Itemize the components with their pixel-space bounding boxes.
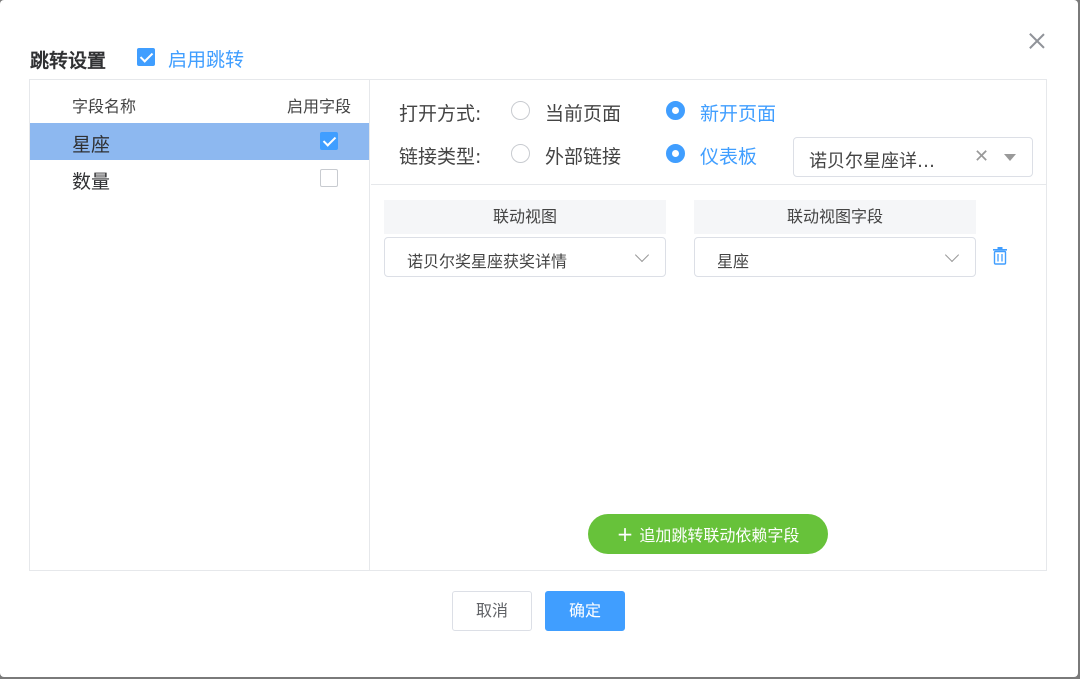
open-mode-label: 打开方式: xyxy=(399,103,482,125)
field-enable-checkbox[interactable] xyxy=(320,132,338,150)
linkage-view-header: 联动视图 xyxy=(384,200,666,234)
caret-down-icon xyxy=(1004,154,1016,161)
field-list: 字段名称 启用字段 星座 数量 xyxy=(30,80,370,570)
settings-panel: 字段名称 启用字段 星座 数量 打开方式: 当前页面 新开页面 链接类型: 外部… xyxy=(29,79,1047,571)
jump-settings-dialog: 跳转设置 启用跳转 字段名称 启用字段 星座 数量 打开方式: 当前页面 新开页… xyxy=(0,0,1078,677)
linkage-view-value: 诺贝尔奖星座获奖详情 xyxy=(407,252,568,271)
open-mode-option-new[interactable]: 新开页面 xyxy=(700,99,776,126)
chevron-down-icon xyxy=(634,247,650,263)
clear-icon[interactable]: ✕ xyxy=(974,146,989,167)
trash-icon[interactable] xyxy=(992,247,1008,265)
link-type-option-dashboard[interactable]: 仪表板 xyxy=(700,142,757,169)
linkage-field-select[interactable]: 星座 xyxy=(694,237,976,277)
jump-options: 打开方式: 当前页面 新开页面 链接类型: 外部链接 仪表板 诺贝尔星座详… ✕ xyxy=(371,80,1047,185)
link-type-label: 链接类型: xyxy=(399,146,482,168)
field-row-name: 星座 xyxy=(72,134,111,156)
dialog-title: 跳转设置 xyxy=(30,50,107,72)
enable-field-header: 启用字段 xyxy=(287,97,352,116)
open-mode-radio-new[interactable] xyxy=(666,101,685,120)
dashboard-select-value: 诺贝尔星座详… xyxy=(809,151,935,172)
chevron-down-icon xyxy=(944,247,960,263)
linkage-view-select[interactable]: 诺贝尔奖星座获奖详情 xyxy=(384,237,666,277)
enable-jump-label[interactable]: 启用跳转 xyxy=(168,45,244,72)
confirm-button[interactable]: 确定 xyxy=(545,591,625,631)
field-row-1[interactable]: 数量 xyxy=(30,160,369,197)
link-type-radio-dashboard[interactable] xyxy=(666,144,685,163)
dashboard-select[interactable]: 诺贝尔星座详… ✕ xyxy=(793,137,1033,177)
field-enable-checkbox[interactable] xyxy=(320,169,338,187)
linkage-field-header: 联动视图字段 xyxy=(694,200,976,234)
add-linkage-field-button[interactable]: + 追加跳转联动依赖字段 xyxy=(588,514,828,554)
field-row-name: 数量 xyxy=(72,171,111,193)
open-mode-option-current[interactable]: 当前页面 xyxy=(545,99,621,126)
field-name-header: 字段名称 xyxy=(72,97,137,116)
field-row-0[interactable]: 星座 xyxy=(30,123,369,160)
open-mode-radio-current[interactable] xyxy=(511,101,530,120)
plus-icon: + xyxy=(616,522,634,546)
linkage-field-value: 星座 xyxy=(717,252,750,271)
add-linkage-field-label: 追加跳转联动依赖字段 xyxy=(639,526,800,545)
link-type-option-external[interactable]: 外部链接 xyxy=(545,142,621,169)
link-type-radio-external[interactable] xyxy=(511,144,530,163)
close-icon[interactable] xyxy=(1027,31,1047,51)
cancel-button[interactable]: 取消 xyxy=(452,591,532,631)
enable-jump-checkbox[interactable] xyxy=(137,48,155,66)
